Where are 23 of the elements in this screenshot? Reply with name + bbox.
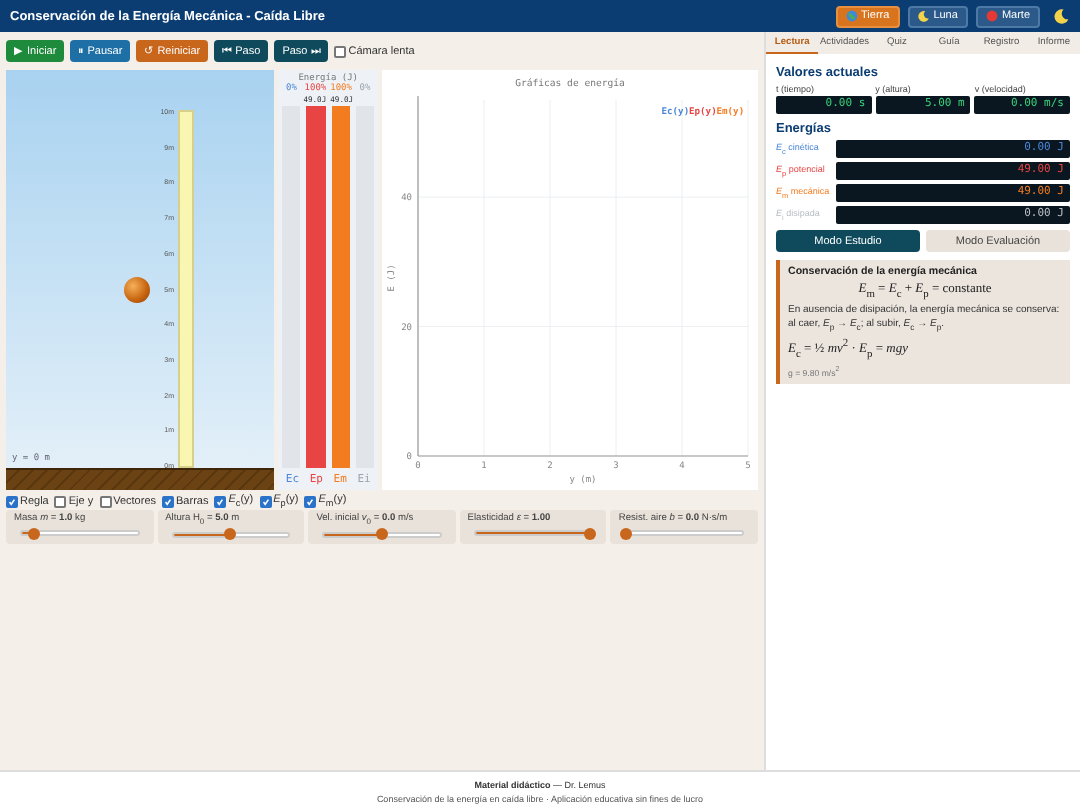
slider-thumb[interactable] xyxy=(224,528,237,541)
checkbox[interactable] xyxy=(334,45,347,57)
checkbox[interactable] xyxy=(54,495,67,507)
slider-thumb[interactable] xyxy=(620,527,633,539)
ball[interactable] xyxy=(124,276,150,302)
moon-icon[interactable] xyxy=(1054,8,1070,24)
checkbox[interactable] xyxy=(162,495,175,507)
slider-track[interactable] xyxy=(322,531,442,538)
checkbox[interactable] xyxy=(6,495,18,507)
slider-track[interactable] xyxy=(20,530,140,536)
slider-thumb[interactable] xyxy=(584,527,597,539)
planet-icon xyxy=(985,10,998,22)
checkbox[interactable] xyxy=(99,495,112,507)
checkbox[interactable] xyxy=(259,495,272,507)
checkbox[interactable] xyxy=(304,495,317,507)
slider-track[interactable] xyxy=(624,530,744,536)
slider-track[interactable] xyxy=(473,530,593,536)
globe-icon xyxy=(845,10,858,22)
checkbox[interactable] xyxy=(214,495,227,507)
slider-thumb[interactable] xyxy=(27,527,40,539)
slider-track[interactable] xyxy=(171,531,291,538)
slider-thumb[interactable] xyxy=(375,528,388,541)
moon-icon xyxy=(917,10,930,22)
